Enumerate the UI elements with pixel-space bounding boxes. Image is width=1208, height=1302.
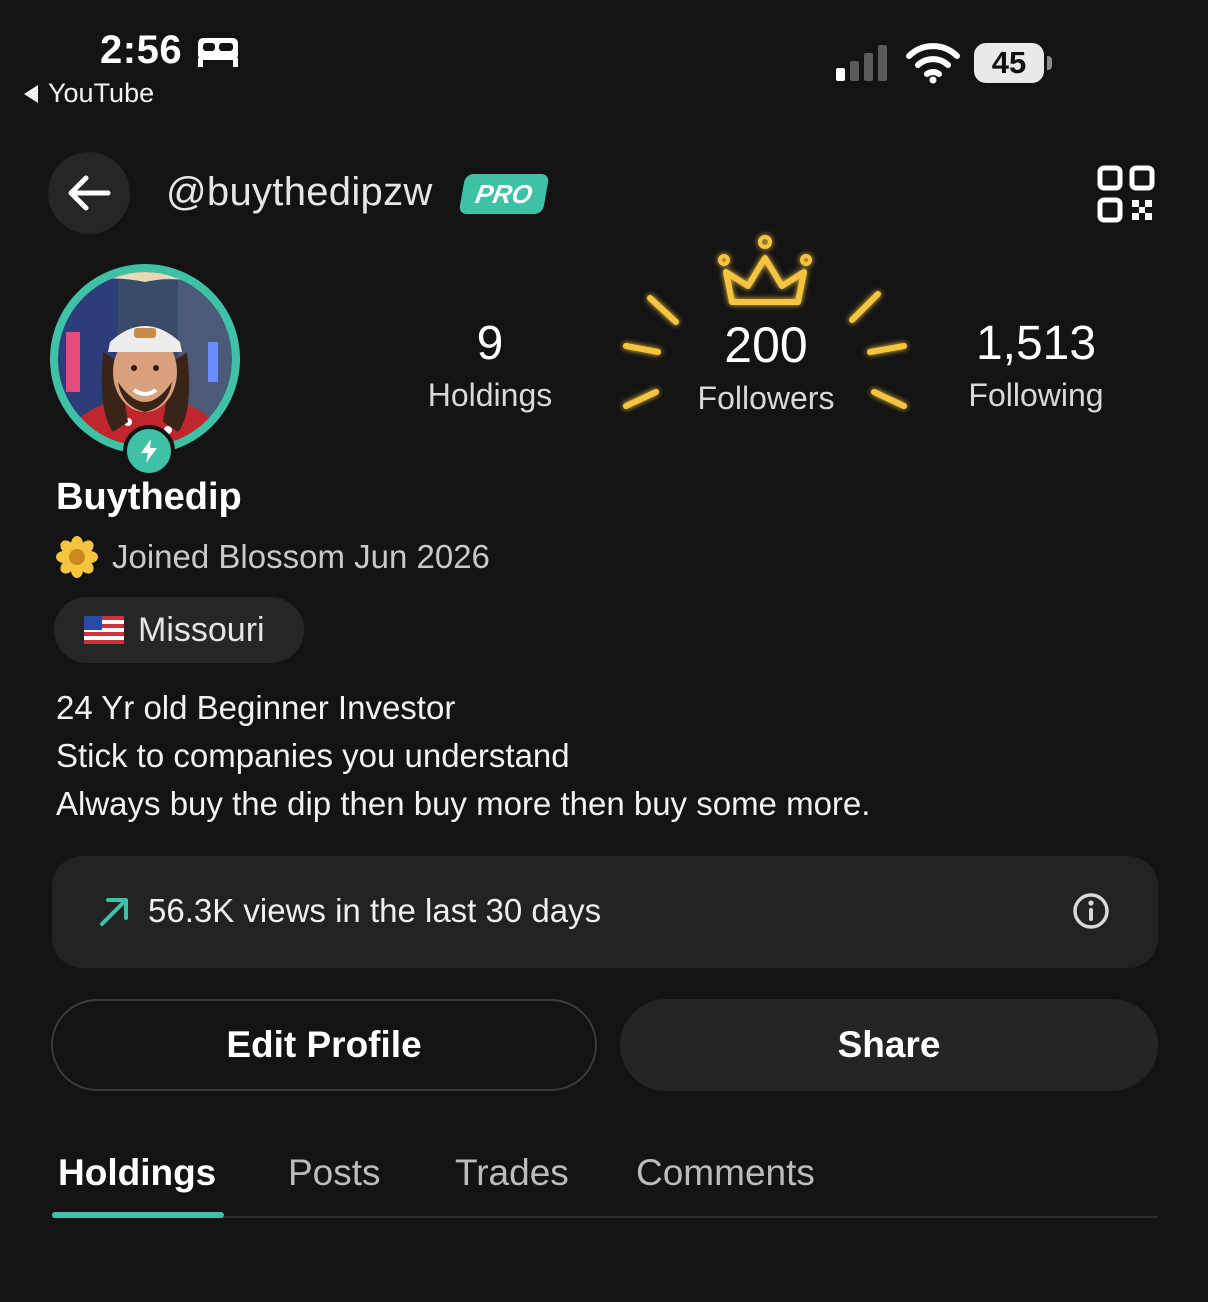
bio-line: 24 Yr old Beginner Investor [56, 689, 456, 726]
tab-holdings[interactable]: Holdings [58, 1152, 216, 1194]
lightning-bolt-icon [141, 439, 157, 463]
following-stat[interactable]: 1,513 Following [950, 316, 1122, 414]
qr-code-icon[interactable] [1096, 164, 1156, 224]
profile-handle: @buythedipzw [166, 170, 433, 214]
location-text: Missouri [138, 610, 265, 649]
wifi-icon [906, 43, 960, 84]
back-button[interactable] [48, 152, 130, 234]
back-to-app-link[interactable]: YouTube [24, 78, 154, 109]
following-count: 1,513 [975, 317, 1097, 370]
holdings-label: Holdings [427, 377, 553, 413]
holdings-count: 9 [476, 317, 504, 370]
avatar[interactable] [58, 272, 232, 446]
views-text: 56.3K views in the last 30 days [148, 892, 602, 929]
location-pill: Missouri [54, 597, 304, 663]
status-time: 2:56 [100, 28, 183, 72]
bio-line: Always buy the dip then buy more then bu… [56, 785, 871, 822]
sleep-mode-icon [198, 38, 238, 67]
following-label: Following [968, 377, 1104, 413]
tab-comments[interactable]: Comments [636, 1152, 815, 1194]
joined-info: Joined Blossom Jun 2026 [56, 536, 490, 578]
tab-posts[interactable]: Posts [288, 1152, 381, 1194]
back-app-label: YouTube [48, 78, 155, 108]
back-triangle-icon [24, 84, 38, 103]
blossom-flower-icon [56, 536, 98, 578]
holdings-stat[interactable]: 9 Holdings [410, 316, 570, 414]
joined-text: Joined Blossom Jun 2026 [112, 538, 490, 575]
active-tab-indicator [52, 1212, 224, 1218]
battery-level: 45 [974, 43, 1044, 83]
tab-trades[interactable]: Trades [455, 1152, 569, 1194]
followers-count: 200 [724, 317, 808, 373]
bio: 24 Yr old Beginner Investor Stick to com… [56, 684, 870, 828]
trending-up-arrow-icon [100, 898, 128, 926]
lightning-badge [123, 425, 175, 477]
display-name: Buythedip [56, 476, 242, 518]
edit-profile-button[interactable]: Edit Profile [51, 999, 597, 1091]
followers-stat[interactable]: 200 Followers [676, 316, 856, 417]
cellular-signal-icon [836, 45, 887, 81]
battery-indicator: 45 [974, 43, 1054, 85]
us-flag-icon [84, 616, 124, 644]
pro-badge: PRO [458, 174, 550, 214]
followers-label: Followers [697, 380, 835, 416]
arrow-left-icon [68, 175, 111, 211]
bio-line: Stick to companies you understand [56, 737, 570, 774]
share-button[interactable]: Share [620, 999, 1158, 1091]
info-icon[interactable] [1072, 892, 1110, 930]
